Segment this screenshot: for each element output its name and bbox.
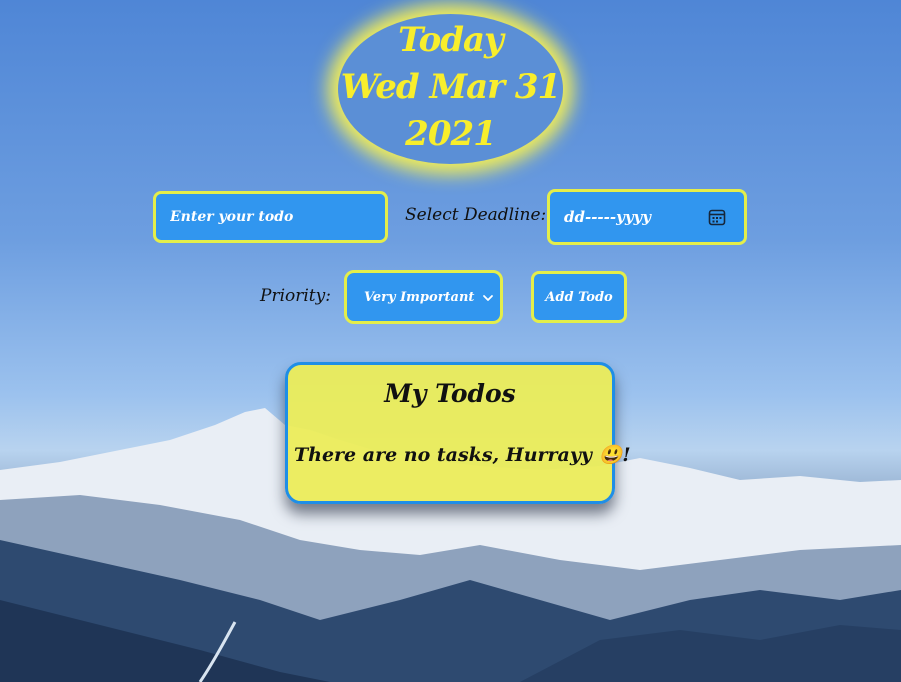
date-heading-year: 2021 <box>405 114 497 154</box>
deadline-label: Select Deadline: <box>405 205 547 225</box>
add-todo-button[interactable]: Add Todo <box>531 271 627 323</box>
empty-message: There are no tasks, Hurrayy 😃! <box>294 444 631 466</box>
todos-panel: My Todos There are no tasks, Hurrayy 😃! <box>285 362 631 504</box>
priority-label: Priority: <box>260 286 331 306</box>
todo-input[interactable] <box>153 191 388 243</box>
deadline-date-input[interactable]: dd-----yyyy <box>547 189 747 245</box>
todos-title: My Todos <box>384 379 516 408</box>
date-header: Today Wed Mar 31 2021 <box>338 14 563 164</box>
chevron-down-icon <box>483 295 493 301</box>
priority-select[interactable]: Very Important <box>344 270 503 324</box>
date-heading-weekday: Wed Mar 31 <box>340 67 561 107</box>
priority-selected-value: Very Important <box>364 290 475 305</box>
date-placeholder: dd-----yyyy <box>564 208 651 226</box>
date-heading-today: Today <box>398 20 504 60</box>
calendar-icon[interactable] <box>708 208 726 226</box>
